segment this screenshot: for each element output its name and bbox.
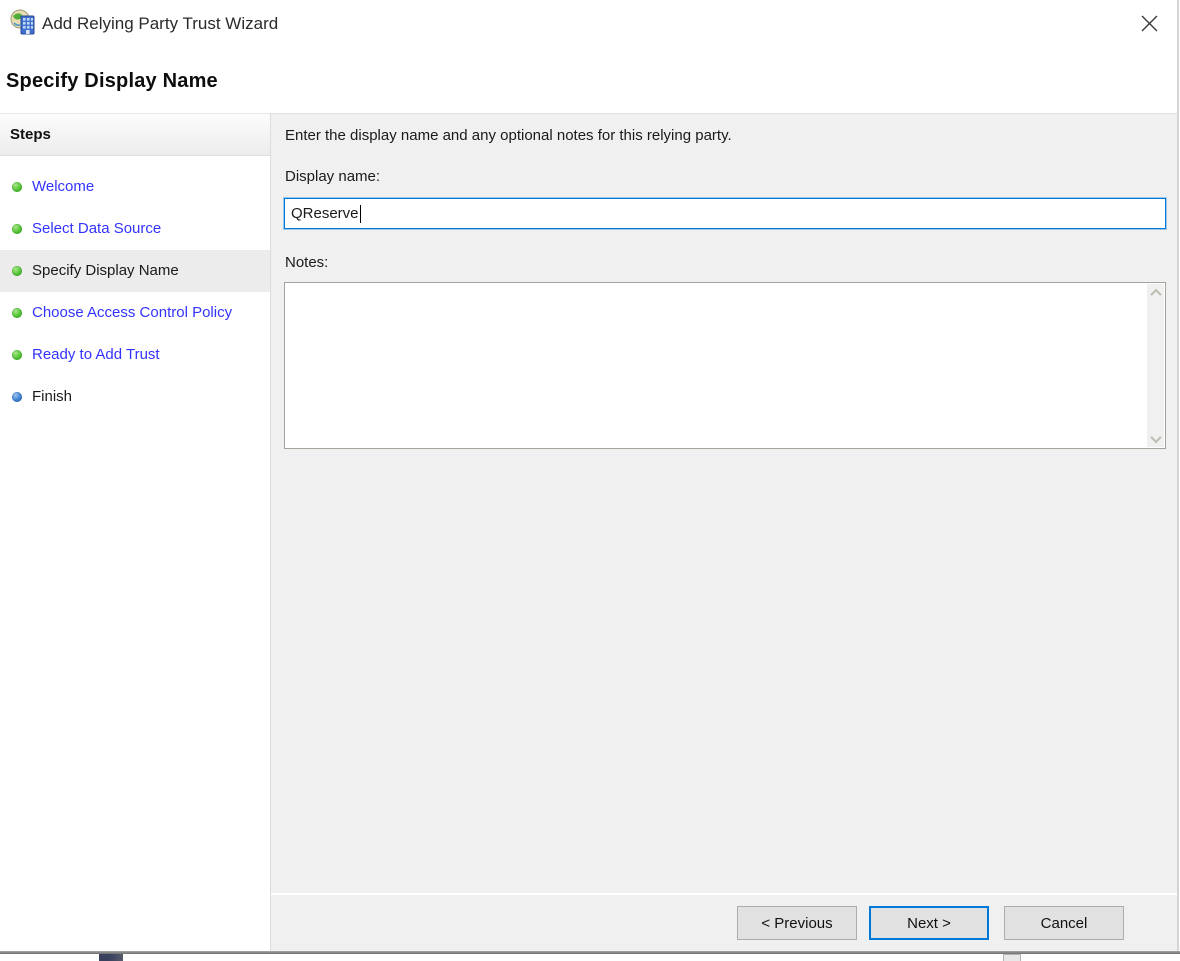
wizard-body: Steps Welcome Select Data Source Specify… [0,113,1177,952]
background-window-fragment [1003,954,1021,961]
notes-scrollbar[interactable] [1147,284,1164,447]
step-completed-icon [12,308,22,318]
step-pending-icon [12,392,22,402]
display-name-value: QReserve [291,205,359,222]
step-label: Ready to Add Trust [32,346,160,363]
step-completed-icon [12,182,22,192]
text-caret [359,204,361,223]
steps-header: Steps [0,114,270,156]
cancel-button[interactable]: Cancel [1004,906,1124,940]
sidebar-item-welcome[interactable]: Welcome [0,166,270,208]
scroll-down-icon[interactable] [1147,430,1164,447]
display-name-input[interactable]: QReserve [284,198,1166,229]
adfs-wizard-icon [10,9,35,35]
close-button[interactable] [1132,6,1166,40]
step-completed-icon [12,266,22,276]
step-label: Welcome [32,178,95,195]
next-button[interactable]: Next > [869,906,989,940]
close-icon [1141,15,1157,31]
previous-button[interactable]: < Previous [737,906,857,940]
page-title: Specify Display Name [6,70,218,92]
sidebar-item-choose-access-control-policy[interactable]: Choose Access Control Policy [0,292,270,334]
display-name-label: Display name: [285,168,381,185]
sidebar-item-specify-display-name[interactable]: Specify Display Name [0,250,270,292]
step-label: Finish [32,388,73,405]
step-label: Select Data Source [32,220,162,237]
window-right-border [1177,0,1179,952]
sidebar-item-ready-to-add-trust[interactable]: Ready to Add Trust [0,334,270,376]
sidebar-item-finish[interactable]: Finish [0,376,270,418]
steps-list: Welcome Select Data Source Specify Displ… [0,156,270,418]
step-completed-icon [12,224,22,234]
wizard-window: Add Relying Party Trust Wizard Specify D… [0,0,1180,961]
step-label: Specify Display Name [32,262,179,279]
window-title: Add Relying Party Trust Wizard [42,14,279,33]
titlebar: Add Relying Party Trust Wizard [0,0,1180,48]
scroll-up-icon[interactable] [1147,284,1164,301]
sidebar-item-select-data-source[interactable]: Select Data Source [0,208,270,250]
notes-textarea[interactable] [284,282,1166,449]
button-bar: < Previous Next > Cancel [271,895,1177,952]
step-label: Choose Access Control Policy [32,304,233,321]
background-window-fragment [99,954,123,961]
step-completed-icon [12,350,22,360]
main-panel: Enter the display name and any optional … [271,113,1177,952]
steps-sidebar: Steps Welcome Select Data Source Specify… [0,113,271,952]
notes-label: Notes: [285,254,329,271]
intro-text: Enter the display name and any optional … [285,127,732,144]
